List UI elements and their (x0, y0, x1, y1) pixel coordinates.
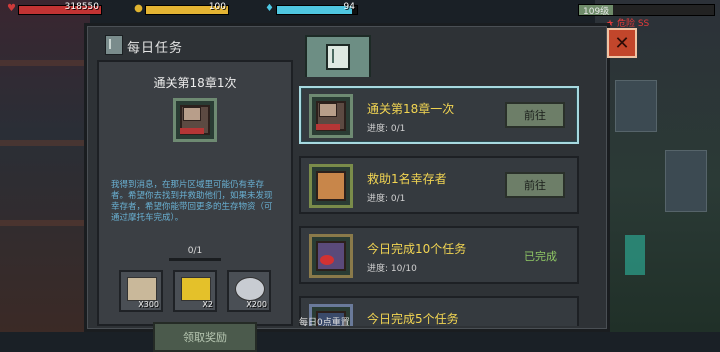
heart-emblem-icon (309, 234, 353, 278)
claim-reward-button[interactable]: 领取奖励 (153, 322, 257, 352)
reward-quantity: X200 (246, 300, 267, 309)
level-bar: 109级 (578, 4, 715, 17)
task-name: 通关第18章一次 (367, 102, 455, 116)
chips-bag-icon (181, 277, 211, 301)
energy-value: 100 (208, 2, 226, 12)
bullet-box-icon (127, 277, 157, 301)
detail-progress-text: 0/1 (187, 246, 203, 256)
heart-icon: ♥ (7, 3, 16, 14)
window-title: 每日任务 (127, 41, 184, 56)
emblem-heart (320, 255, 334, 265)
close-button[interactable]: ✕ (607, 28, 637, 58)
background-stripe (0, 140, 90, 146)
task-item[interactable]: 救助1名幸存者 进度: 0/1 前往 (299, 156, 579, 214)
water-bar: 94 (276, 2, 358, 15)
background-stripe (0, 220, 90, 226)
emblem-ribbon (316, 124, 340, 130)
task-item[interactable]: 通关第18章一次 进度: 0/1 前往 (299, 86, 579, 144)
water-bar-fill (277, 6, 353, 14)
metal-part-icon (235, 277, 265, 301)
task-progress: 进度: 10/10 (367, 264, 417, 274)
health-value: 318550 (64, 2, 99, 12)
emblem-ribbon (180, 128, 204, 134)
task-name: 救助1名幸存者 (367, 172, 447, 186)
reward-quantity: X300 (138, 300, 159, 309)
background-stripe (0, 60, 90, 66)
window-header: 每日任务 (87, 26, 307, 62)
vending-machine (625, 235, 645, 275)
detail-description: 我得到消息，在那片区域里可能仍有幸存者。希望你去找到并救助他们，如果未发现幸存者… (111, 180, 273, 223)
water-drop-icon: ♦ (265, 3, 274, 14)
task-name: 今日完成5个任务 (367, 312, 459, 326)
building-window (665, 150, 707, 212)
reward-quantity: X2 (202, 300, 213, 309)
background-left (0, 0, 90, 332)
fist-emblem-icon (309, 164, 353, 208)
task-list[interactable]: 通关第18章一次 进度: 0/1 前往 救助1名幸存者 进度: 0/1 前往 今… (295, 76, 593, 326)
tab-daily-tasks[interactable] (305, 35, 371, 77)
water-value: 94 (343, 2, 355, 12)
reward-slot[interactable]: X2 (173, 270, 217, 312)
emblem-inner (316, 171, 346, 201)
task-progress: 进度: 0/1 (367, 124, 406, 134)
health-bar: 318550 (18, 2, 102, 15)
building-window (615, 80, 657, 132)
top-hud: ♥ 318550 ● 100 ♦ 94 109级 ★ 危险 SS (0, 0, 720, 29)
energy-bar: 100 (145, 2, 229, 15)
task-item[interactable]: 今日完成10个任务 进度: 10/10 已完成 (299, 226, 579, 284)
task-progress: 进度: 0/1 (367, 194, 406, 204)
book-icon (105, 35, 123, 55)
task-detail-panel: 通关第18章1次 我得到消息，在那片区域里可能仍有幸存者。希望你去找到并救助他们… (97, 60, 293, 352)
eagle-emblem-icon (173, 98, 217, 142)
detail-title: 通关第18章1次 (153, 76, 237, 90)
daily-tasks-window: 每日任务 通关第18章1次 我得到消息，在那片区域里可能仍有幸存者。希望你去找到… (84, 23, 610, 352)
go-button[interactable]: 前往 (505, 102, 565, 128)
reward-slot[interactable]: X300 (119, 270, 163, 312)
food-icon: ● (134, 3, 143, 14)
reward-slot[interactable]: X200 (227, 270, 271, 312)
book-tab-icon (326, 44, 350, 70)
eagle-emblem-icon (309, 94, 353, 138)
close-icon: ✕ (614, 32, 630, 54)
reset-note: 每日0点重置 (299, 318, 350, 328)
emblem-wing (319, 103, 337, 117)
emblem-wing (183, 107, 201, 121)
go-button[interactable]: 前往 (505, 172, 565, 198)
danger-value: SS (637, 19, 650, 29)
detail-progress-bar (169, 258, 221, 261)
task-name: 今日完成10个任务 (367, 242, 467, 256)
completed-status: 已完成 (524, 250, 557, 263)
